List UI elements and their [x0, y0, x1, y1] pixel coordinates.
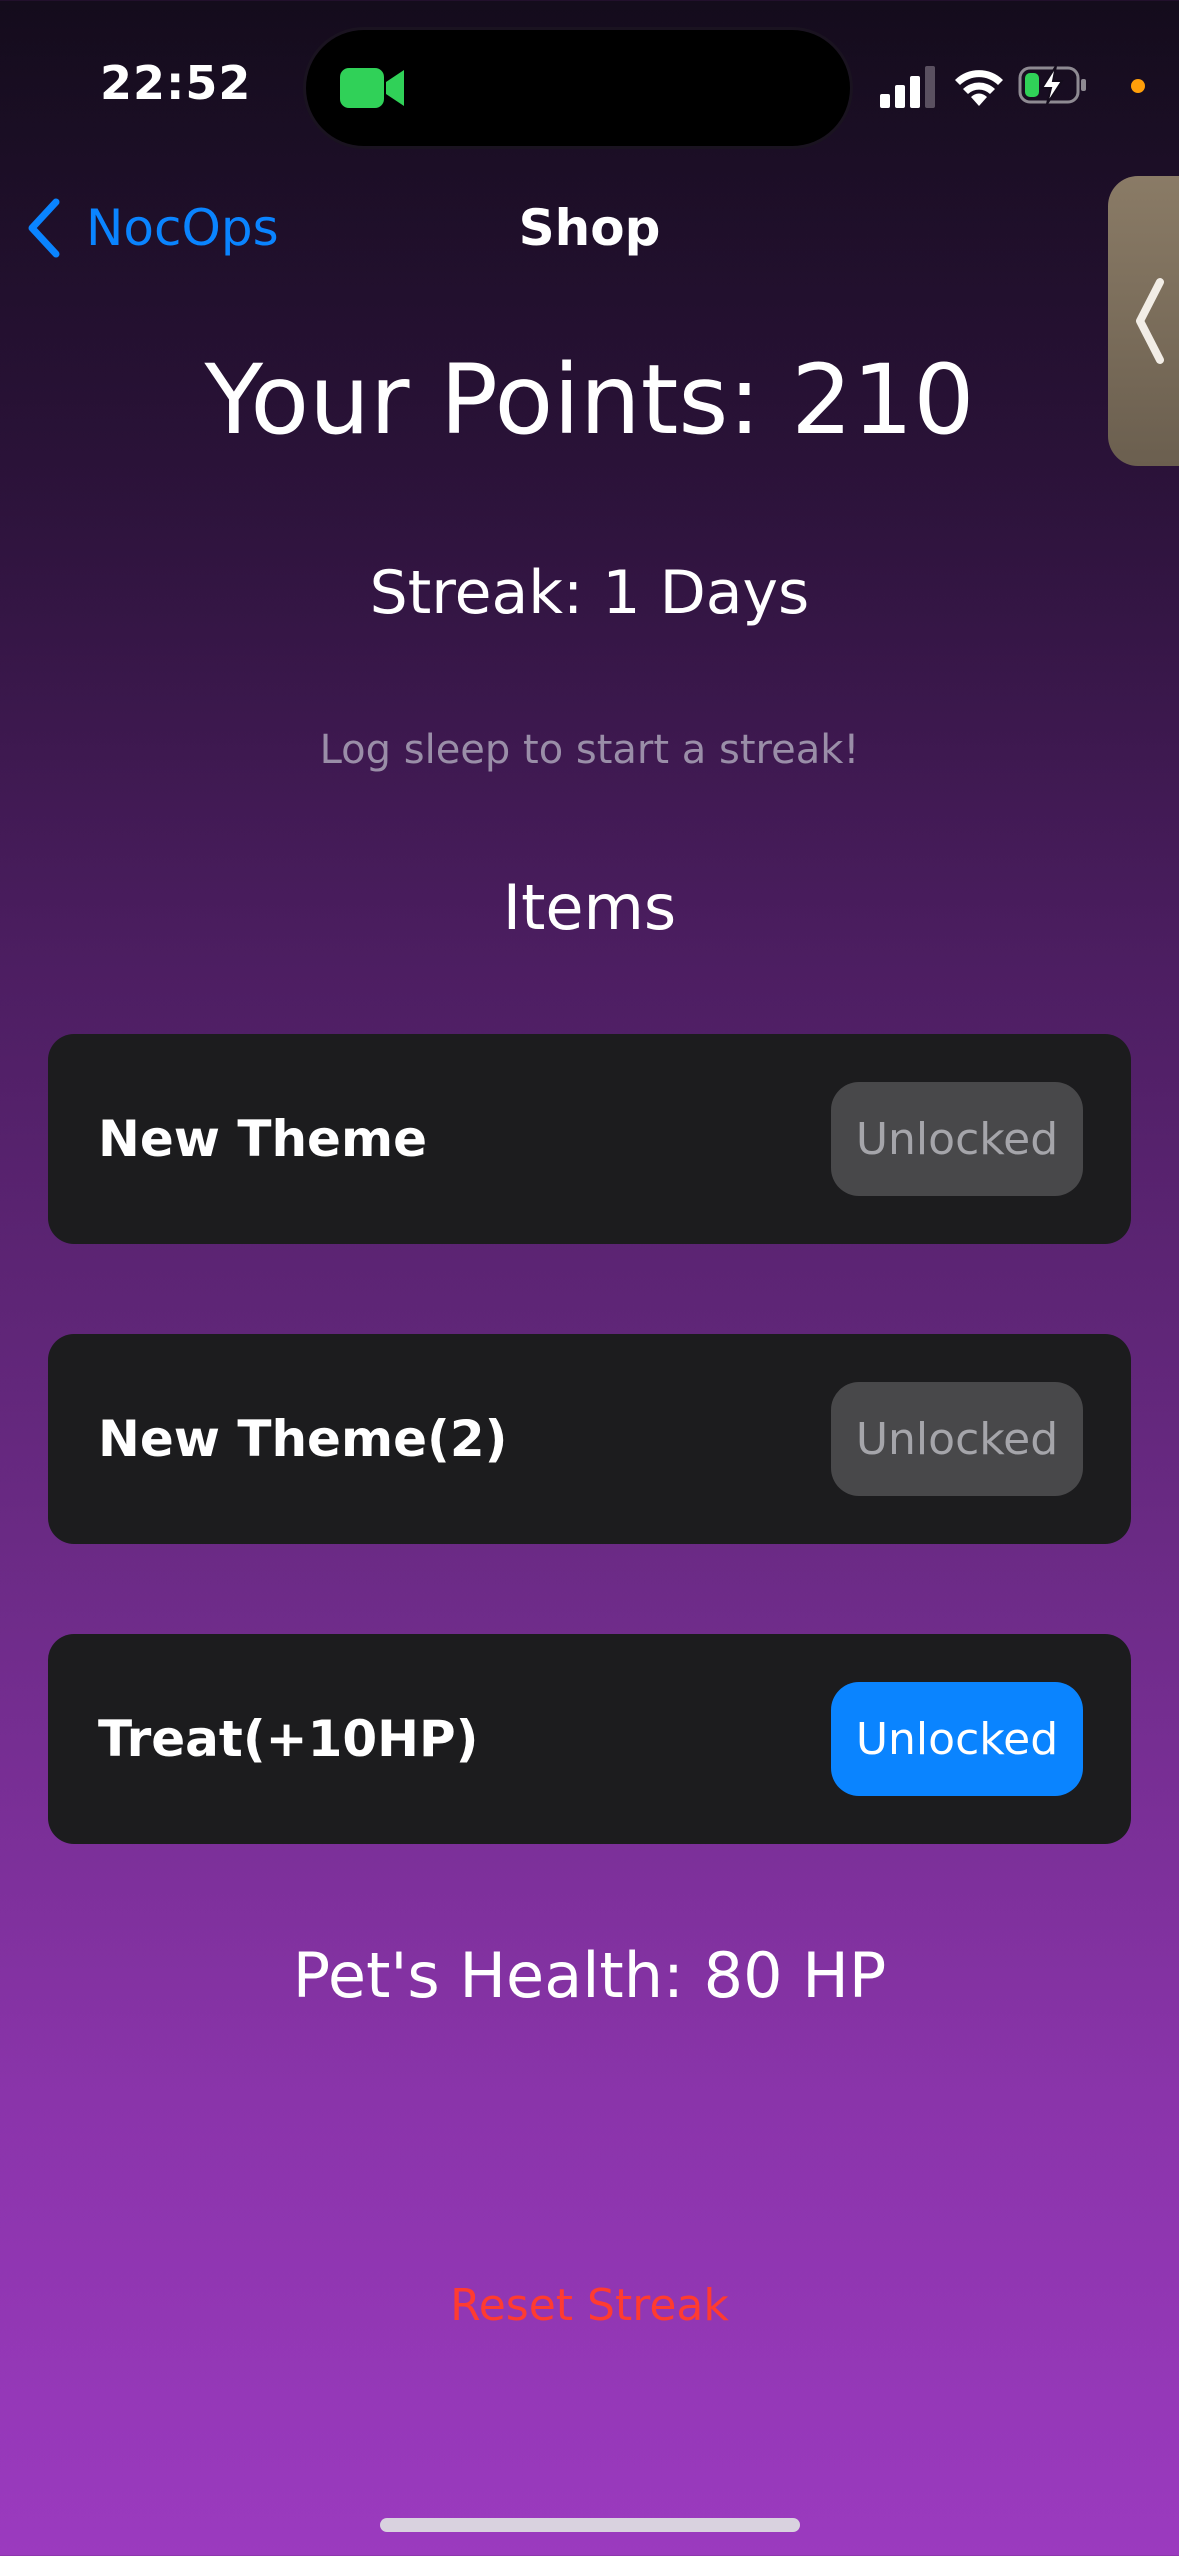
- cellular-signal-icon: [880, 66, 938, 108]
- status-time: 22:52: [100, 56, 252, 110]
- shop-item-name: New Theme(2): [98, 1410, 508, 1468]
- video-camera-icon: [340, 64, 406, 112]
- points-display: Your Points: 210: [204, 344, 975, 456]
- shop-item-card: Treat(+10HP) Unlocked: [48, 1634, 1131, 1844]
- wifi-icon: [952, 62, 1006, 108]
- reset-streak-button[interactable]: Reset Streak: [0, 2278, 1179, 2334]
- unlock-button[interactable]: Unlocked: [831, 1082, 1083, 1196]
- unlock-button[interactable]: Unlocked: [831, 1682, 1083, 1796]
- shop-item-card: New Theme(2) Unlocked: [48, 1334, 1131, 1544]
- home-indicator[interactable]: [380, 2518, 800, 2532]
- shop-item-name: Treat(+10HP): [98, 1710, 479, 1768]
- page-title: Shop: [518, 199, 661, 257]
- pet-health-display: Pet's Health: 80 HP: [292, 1939, 887, 2012]
- shop-item-card: New Theme Unlocked: [48, 1034, 1131, 1244]
- battery-charging-icon: [1018, 62, 1088, 108]
- unlock-button[interactable]: Unlocked: [831, 1382, 1083, 1496]
- streak-display: Streak: 1 Days: [369, 558, 810, 628]
- shop-item-name: New Theme: [98, 1110, 427, 1168]
- items-heading: Items: [502, 871, 677, 944]
- privacy-indicator-dot: [1131, 79, 1145, 93]
- streak-hint: Log sleep to start a streak!: [319, 727, 860, 773]
